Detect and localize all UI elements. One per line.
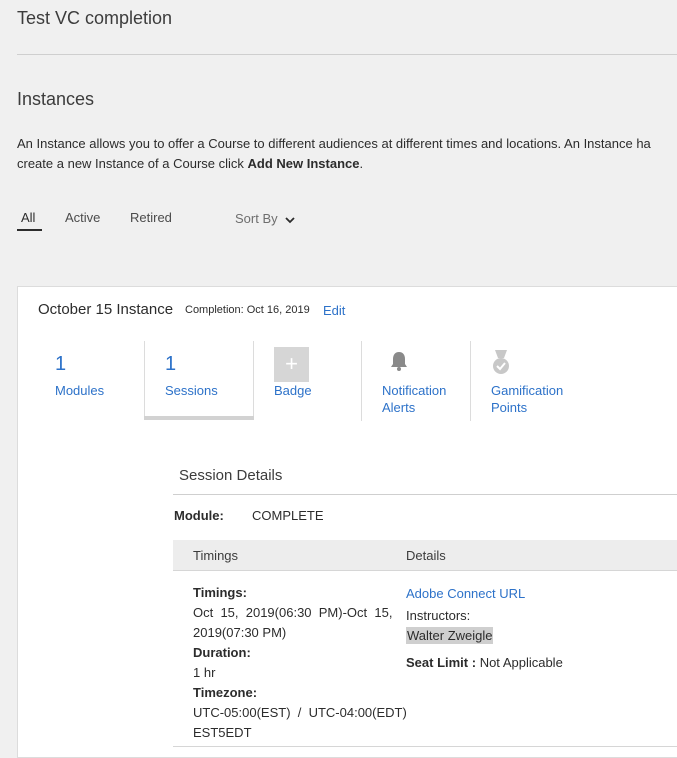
module-value: COMPLETE <box>252 508 324 523</box>
column-header-timings: Timings <box>193 548 239 563</box>
sessions-count: 1 <box>165 353 177 375</box>
add-badge-icon: + <box>274 347 309 382</box>
chevron-down-icon <box>285 212 295 227</box>
filter-tab-all[interactable]: All <box>21 210 35 225</box>
duration-label: Duration: <box>193 645 251 660</box>
module-label: Module: <box>174 508 224 523</box>
timings-line2: 2019(07:30 PM) <box>193 625 287 640</box>
seat-limit: Seat Limit : Not Applicable <box>406 653 563 673</box>
session-details-title: Session Details <box>179 467 283 484</box>
session-details-divider <box>173 494 677 495</box>
notification-label-line2: Alerts <box>382 400 416 415</box>
instance-name: October 15 Instance <box>38 301 174 318</box>
notification-label-line1: Notification <box>382 383 447 398</box>
timezone-label: Timezone: <box>193 685 258 700</box>
session-row-divider <box>173 746 677 747</box>
description-end: . <box>359 156 364 171</box>
add-new-instance-text: Add New Instance <box>247 156 360 171</box>
timings-label: Timings: <box>193 585 247 600</box>
instance-completion-date: Completion: Oct 16, 2019 <box>185 304 310 316</box>
edit-instance-link[interactable]: Edit <box>323 303 345 318</box>
instructor-name: Walter Zweigle <box>406 627 494 644</box>
sort-by-label: Sort By <box>235 211 278 226</box>
tab-gamification-points[interactable]: Gamification Points <box>471 341 591 419</box>
description-line1: An Instance allows you to offer a Course… <box>17 136 651 151</box>
seat-limit-label: Seat Limit : <box>406 655 477 670</box>
page-title: Test VC completion <box>17 8 173 28</box>
filter-active-underline <box>17 229 42 231</box>
duration-value: 1 hr <box>193 665 216 680</box>
timings-line1: Oct 15, 2019(06:30 PM)-Oct 15, <box>193 605 393 620</box>
instances-title: Instances <box>17 89 95 109</box>
filter-tab-active[interactable]: Active <box>65 210 100 225</box>
timings-cell: Timings: Oct 15, 2019(06:30 PM)-Oct 15, … <box>193 583 407 743</box>
tab-modules[interactable]: 1 Modules <box>36 341 136 419</box>
gamification-label-line2: Points <box>491 400 528 415</box>
seat-limit-value: Not Applicable <box>476 655 563 670</box>
bell-icon <box>387 349 411 378</box>
modules-count: 1 <box>55 353 67 375</box>
adobe-connect-url-link[interactable]: Adobe Connect URL <box>406 586 525 601</box>
gamification-points-label: Gamification Points <box>491 382 563 416</box>
medal-icon <box>489 349 513 382</box>
tab-notification-alerts[interactable]: Notification Alerts <box>362 341 468 419</box>
tab-badge[interactable]: + Badge <box>258 341 358 419</box>
tab-sessions[interactable]: 1 Sessions <box>144 341 254 419</box>
modules-label: Modules <box>55 383 105 398</box>
sessions-label: Sessions <box>165 383 218 398</box>
timezone-line1: UTC-05:00(EST) / UTC-04:00(EDT) <box>193 705 407 720</box>
instances-description: An Instance allows you to offer a Course… <box>17 134 677 174</box>
column-header-details: Details <box>406 548 446 563</box>
notification-alerts-label: Notification Alerts <box>382 382 446 416</box>
filter-tab-retired[interactable]: Retired <box>130 210 172 225</box>
sessions-selected-underline <box>144 416 254 420</box>
badge-label: Badge <box>274 383 312 398</box>
gamification-label-line1: Gamification <box>491 383 564 398</box>
sort-by-dropdown[interactable]: Sort By <box>235 211 295 227</box>
header-divider <box>17 54 677 55</box>
description-line2: create a new Instance of a Course click <box>17 156 248 171</box>
timezone-line2: EST5EDT <box>193 725 252 740</box>
session-table-header: Timings Details <box>173 540 677 571</box>
instructors-label: Instructors: <box>406 608 471 623</box>
instance-card: October 15 Instance Completion: Oct 16, … <box>17 286 677 758</box>
